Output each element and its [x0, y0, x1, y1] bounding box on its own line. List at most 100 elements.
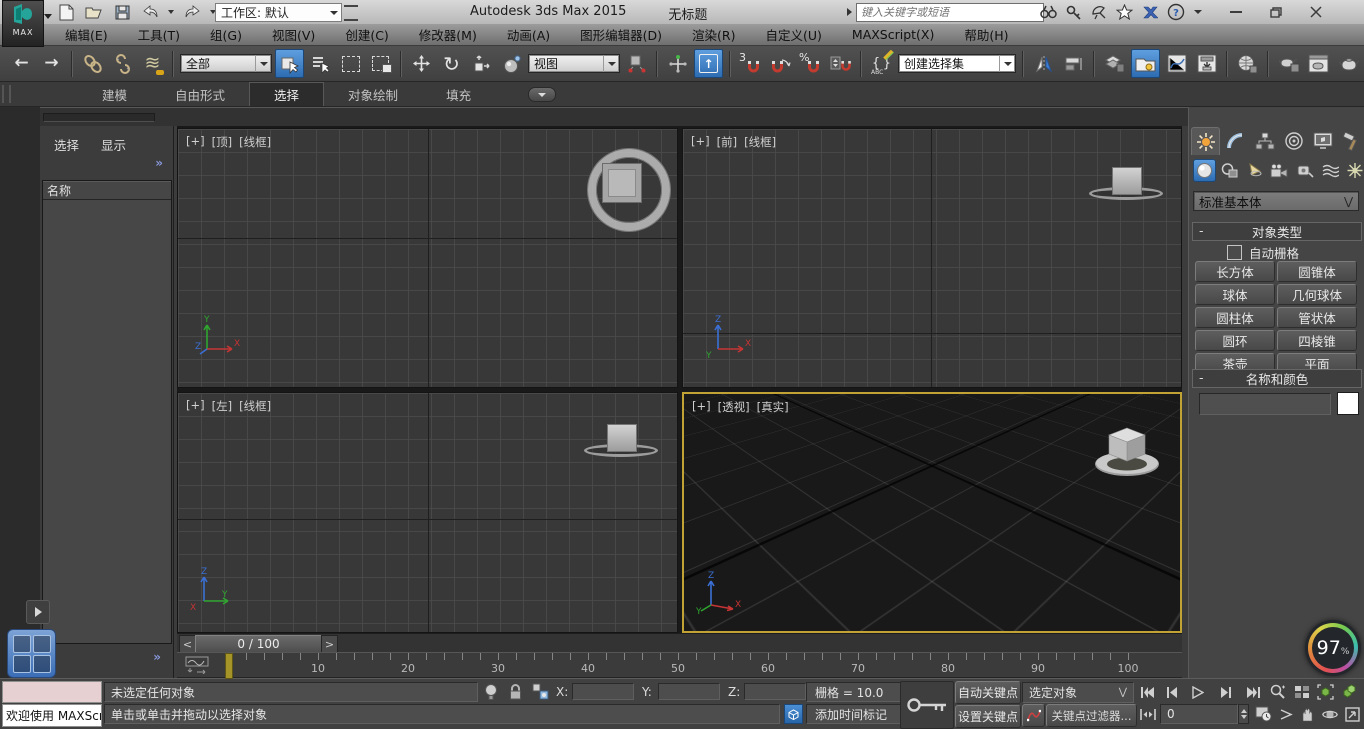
explorer-bottom-chevron[interactable]: »: [153, 650, 161, 664]
viewport-name-top[interactable]: [顶]: [212, 134, 232, 150]
set-key-button[interactable]: 设置关键点: [955, 705, 1021, 728]
angle-snap-toggle-button[interactable]: [767, 50, 794, 77]
layer-manager-button[interactable]: [1101, 50, 1128, 77]
ribbon-tab-4[interactable]: 填充: [422, 83, 495, 106]
viewport-name-front[interactable]: [前]: [717, 134, 737, 150]
add-time-tag[interactable]: 添加时间标记: [806, 704, 906, 724]
use-pivot-point-center-button[interactable]: [623, 50, 650, 77]
zoom-extents-selected-button[interactable]: [1316, 682, 1335, 702]
render-production-button[interactable]: [1335, 50, 1362, 77]
frame-spinner[interactable]: [1238, 704, 1249, 724]
reference-coordinate-combo[interactable]: 视图: [528, 54, 620, 73]
ribbon-toggle-button[interactable]: [1131, 49, 1160, 78]
schematic-view-button[interactable]: [1193, 50, 1220, 77]
curve-editor-button[interactable]: [1163, 50, 1190, 77]
play-animation-button[interactable]: [1188, 682, 1207, 702]
set-keys-button[interactable]: [900, 681, 954, 729]
selection-lock-icon[interactable]: [508, 683, 523, 701]
primitive-button-4[interactable]: 圆柱体: [1195, 307, 1275, 328]
maximize-viewport-toggle-button[interactable]: [1343, 704, 1362, 724]
primitive-button-7[interactable]: 四棱锥: [1277, 330, 1357, 351]
maxscript-mini-listener-output[interactable]: 欢迎使用 MAXScr: [2, 704, 102, 727]
category-shapes[interactable]: [1218, 159, 1241, 182]
ribbon-tab-0[interactable]: 建模: [78, 83, 151, 106]
qat-overflow-icon[interactable]: [344, 5, 358, 21]
undo-button[interactable]: [140, 2, 160, 22]
infocenter-collapse-icon[interactable]: [847, 8, 852, 16]
menu-item-0[interactable]: 编辑(E): [50, 24, 123, 46]
select-and-move-button[interactable]: [408, 50, 435, 77]
rollout-name-and-color[interactable]: - 名称和颜色: [1192, 369, 1362, 388]
viewport-menu-plus[interactable]: [+]: [186, 398, 205, 414]
primitive-button-6[interactable]: 圆环: [1195, 330, 1275, 351]
close-button[interactable]: [1310, 6, 1322, 18]
mirror-button[interactable]: [1030, 50, 1057, 77]
edit-named-selection-sets-button[interactable]: { }ABC: [868, 50, 895, 77]
primitive-category-combo[interactable]: 标准基本体 ⋁: [1193, 191, 1359, 211]
autodesk360-key-icon[interactable]: [1066, 5, 1082, 20]
redo-toolbar-button[interactable]: →: [38, 50, 65, 77]
category-helpers[interactable]: [1293, 159, 1316, 182]
viewport-shading-top[interactable]: [线框]: [239, 134, 271, 150]
ribbon-tab-3[interactable]: 对象绘制: [324, 83, 422, 106]
snap-toggle-3d-button[interactable]: 3: [737, 50, 764, 77]
select-by-name-button[interactable]: [307, 50, 334, 77]
maximize-button[interactable]: [1270, 7, 1282, 18]
spinner-snap-toggle-button[interactable]: [827, 50, 854, 77]
scene-box-front-view[interactable]: [1112, 167, 1142, 195]
menu-item-9[interactable]: 自定义(U): [751, 24, 837, 46]
expand-panel-button[interactable]: [26, 600, 50, 624]
scene-box-torus-perspective[interactable]: [1089, 416, 1165, 482]
menu-item-7[interactable]: 图形编辑器(D): [565, 24, 677, 46]
auto-key-button[interactable]: 自动关键点: [955, 681, 1021, 704]
select-object-button[interactable]: [275, 49, 304, 78]
menu-item-6[interactable]: 动画(A): [492, 24, 565, 46]
primitive-button-3[interactable]: 几何球体: [1277, 284, 1357, 305]
viewport-shading-front[interactable]: [线框]: [744, 134, 776, 150]
select-and-place-button[interactable]: [498, 50, 525, 77]
default-tangent-button[interactable]: [1022, 704, 1045, 727]
rollout-collapse-icon[interactable]: -: [1199, 223, 1204, 238]
explorer-expand-chevron[interactable]: »: [155, 156, 163, 170]
orbit-camera-button[interactable]: [1320, 704, 1339, 724]
viewport-top[interactable]: [+] [顶] [线框] Y X Z: [177, 128, 678, 388]
field-of-view-button[interactable]: [1277, 704, 1296, 724]
absolute-offset-mode-icon[interactable]: [532, 683, 550, 701]
select-and-manipulate-button[interactable]: [664, 50, 691, 77]
primitive-button-0[interactable]: 长方体: [1195, 261, 1275, 282]
percent-snap-toggle-button[interactable]: %: [797, 50, 824, 77]
primitive-button-1[interactable]: 圆锥体: [1277, 261, 1357, 282]
viewport-menu-plus[interactable]: [+]: [186, 134, 205, 150]
save-button[interactable]: [112, 2, 132, 22]
tab-modify[interactable]: [1222, 127, 1249, 154]
object-name-field[interactable]: [1199, 393, 1331, 415]
redo-button[interactable]: [182, 2, 202, 22]
time-marker[interactable]: [225, 653, 233, 679]
ribbon-drag-handle[interactable]: [2, 85, 11, 103]
key-mode-combo[interactable]: 选定对象 ⋁: [1022, 682, 1134, 703]
exchange-apps-icon[interactable]: [1142, 5, 1158, 20]
explorer-tab-1[interactable]: 显示: [101, 135, 126, 154]
rectangular-selection-region-button[interactable]: [337, 50, 364, 77]
explorer-tab-0[interactable]: 选择: [54, 135, 79, 154]
max-logo[interactable]: MAX: [2, 0, 44, 47]
keyboard-shortcut-override-button[interactable]: ↑: [694, 49, 723, 78]
tab-utilities[interactable]: [1338, 127, 1364, 154]
zoom-extents-all-button[interactable]: [1340, 682, 1359, 702]
viewport-layout-tab-button[interactable]: [7, 629, 56, 678]
scene-box-top-view[interactable]: [602, 163, 642, 203]
object-color-swatch[interactable]: [1337, 392, 1359, 415]
isolate-selection-bulb-icon[interactable]: [484, 683, 498, 702]
named-selection-sets-combo[interactable]: 创建选择集: [898, 54, 1016, 73]
viewport-left[interactable]: [+] [左] [线框] Z Y X: [177, 392, 678, 633]
selection-filter-combo[interactable]: 全部: [180, 54, 272, 73]
viewport-menu-plus[interactable]: [+]: [691, 134, 710, 150]
viewport-name-left[interactable]: [左]: [212, 398, 232, 414]
render-setup-button[interactable]: [1275, 50, 1302, 77]
explorer-name-column-header[interactable]: 名称: [43, 181, 171, 200]
current-frame-field[interactable]: 0: [1160, 704, 1238, 724]
tab-hierarchy[interactable]: [1251, 127, 1278, 154]
workspace-combo[interactable]: 工作区: 默认: [215, 3, 342, 22]
ribbon-tab-2[interactable]: 选择: [249, 82, 324, 106]
viewport-front[interactable]: [+] [前] [线框] Z X Y: [682, 128, 1182, 388]
